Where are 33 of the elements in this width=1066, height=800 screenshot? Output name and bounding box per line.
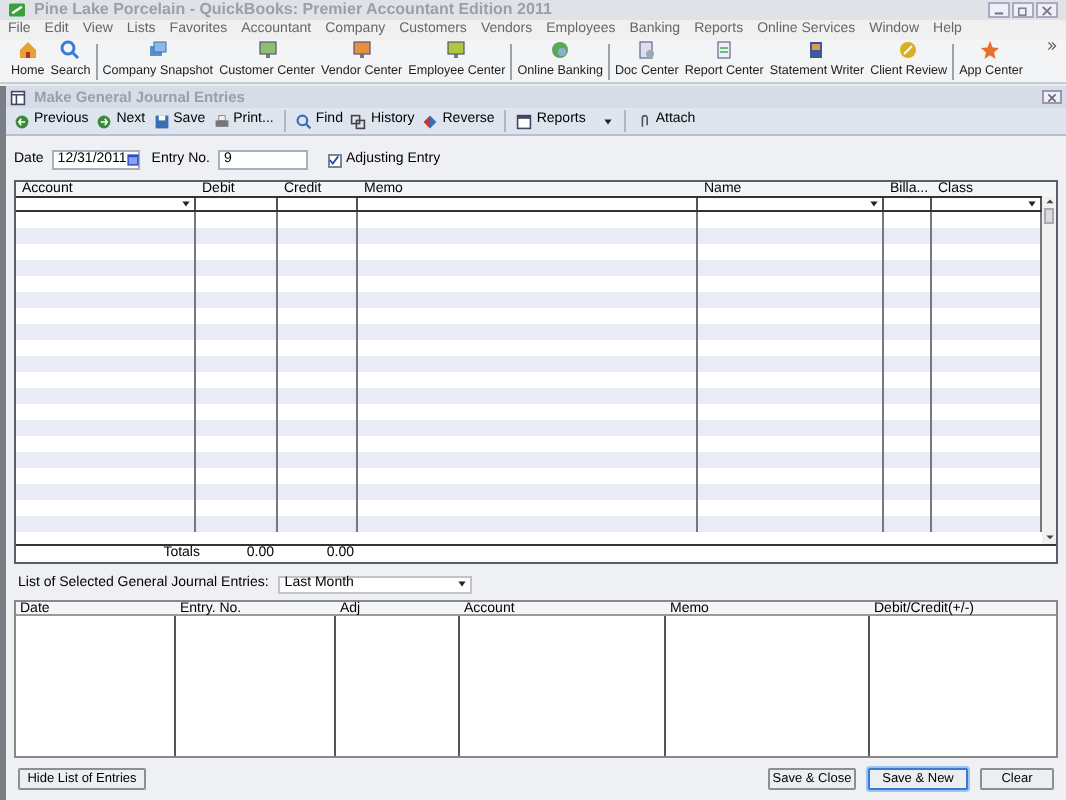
restore-icon <box>1016 3 1030 17</box>
chevron-right-icon <box>1046 40 1058 52</box>
search-icon <box>295 113 312 129</box>
scroll-thumb[interactable] <box>1044 208 1054 224</box>
printer-icon <box>213 113 230 129</box>
book-icon <box>806 40 827 61</box>
linked-squares-icon <box>350 113 367 129</box>
globe-icon <box>550 40 571 61</box>
close-button[interactable] <box>1036 2 1058 18</box>
form-window-icon <box>10 89 26 105</box>
monitor-icon <box>446 40 467 61</box>
scrollbar[interactable] <box>1042 196 1056 544</box>
monitor-icon <box>257 40 278 61</box>
search-icon <box>60 40 81 61</box>
close-button[interactable] <box>1042 90 1062 104</box>
arrow-left-icon <box>14 113 30 129</box>
document-icon <box>636 40 657 61</box>
windows-icon <box>147 40 168 61</box>
minimize-button[interactable] <box>988 2 1010 18</box>
close-icon <box>1040 3 1054 17</box>
monitor-icon <box>351 40 372 61</box>
checkmark-icon <box>328 154 341 166</box>
calendar-icon <box>126 152 141 168</box>
reverse-icon <box>422 113 439 129</box>
house-icon <box>17 40 38 61</box>
caret-icon <box>456 578 469 590</box>
restore-button[interactable] <box>1012 2 1034 18</box>
star-icon <box>980 40 1001 61</box>
close-icon <box>1046 91 1058 103</box>
arrow-right-icon <box>96 113 113 129</box>
window-title: Pine Lake Porcelain - QuickBooks: Premier Accountant Edition 2011 <box>34 0 552 21</box>
app-logo-icon <box>8 2 26 18</box>
calendar-icon <box>516 113 533 129</box>
